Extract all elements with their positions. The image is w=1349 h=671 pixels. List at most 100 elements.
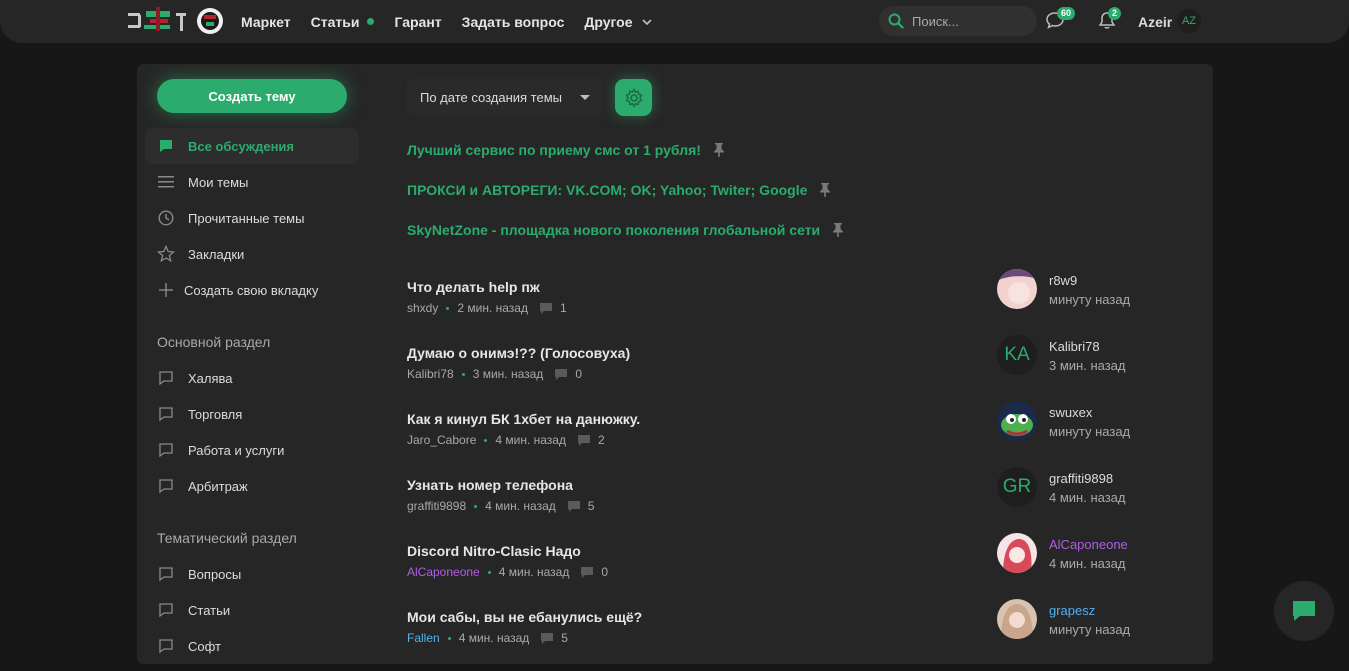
sidebar-item-my-threads[interactable]: Мои темы — [145, 164, 359, 200]
thread-author[interactable]: AlCaponeone — [407, 565, 480, 579]
thread-title[interactable]: Что делать help пж — [407, 279, 540, 295]
last-post-time: 4 мин. назад — [1049, 490, 1126, 505]
filter-settings-button[interactable] — [615, 79, 652, 116]
thread-row[interactable]: Как я кинул БК 1хбет на данюжку. Jaro_Ca… — [407, 401, 1187, 473]
speech-bubble-icon — [157, 637, 175, 655]
create-thread-button[interactable]: Создать тему — [157, 79, 347, 113]
pinned-thread[interactable]: ПРОКСИ и АВТОРЕГИ: VK.COM; OK; Yahoo; Tw… — [407, 182, 831, 198]
sidebar-item-read-threads[interactable]: Прочитанные темы — [145, 200, 359, 236]
search-box[interactable] — [879, 6, 1037, 36]
last-poster-avatar[interactable] — [997, 599, 1037, 639]
section-heading-main: Основной раздел — [157, 334, 271, 350]
comment-icon — [555, 368, 568, 380]
thread-title[interactable]: Мои сабы, вы не ебанулись ещё? — [407, 609, 642, 625]
thread-row[interactable]: Думаю о онимэ!?? (Голосовуха) Kalibri78 … — [407, 335, 1187, 407]
sidebar-item-freebies[interactable]: Халява — [145, 360, 359, 396]
last-poster-name[interactable]: AlCaponeone — [1049, 537, 1128, 552]
pinned-thread-title: ПРОКСИ и АВТОРЕГИ: VK.COM; OK; Yahoo; Tw… — [407, 182, 808, 198]
thread-time: 3 мин. назад — [472, 367, 544, 381]
top-bar: Маркет Статьи Гарант Задать вопрос Друго… — [0, 0, 1349, 43]
section-heading-thematic: Тематический раздел — [157, 530, 297, 546]
nav-articles[interactable]: Статьи — [311, 14, 375, 30]
last-poster-avatar[interactable] — [997, 269, 1037, 309]
sidebar-item-bookmarks[interactable]: Закладки — [145, 236, 359, 272]
search-icon — [888, 13, 904, 29]
pinned-thread[interactable]: SkyNetZone - площадка нового поколения г… — [407, 222, 844, 238]
sidebar-item-label: Арбитраж — [188, 478, 248, 494]
thread-meta: Fallen 4 мин. назад 5 — [407, 631, 568, 645]
last-poster-name[interactable]: grapesz — [1049, 603, 1095, 618]
thread-row[interactable]: Мои сабы, вы не ебанулись ещё? Fallen 4 … — [407, 599, 1187, 671]
nav-market[interactable]: Маркет — [241, 14, 291, 30]
sidebar-item-articles[interactable]: Статьи — [145, 592, 359, 628]
sidebar-item-arbitrage[interactable]: Арбитраж — [145, 468, 359, 504]
last-poster-name[interactable]: Kalibri78 — [1049, 339, 1100, 354]
thread-row[interactable]: Discord Nitro-Clasic Надо AlCaponeone 4 … — [407, 533, 1187, 605]
nav-other-label: Другое — [584, 13, 633, 30]
thread-author[interactable]: shxdy — [407, 301, 438, 315]
thread-title[interactable]: Как я кинул БК 1хбет на данюжку. — [407, 411, 640, 427]
pinned-thread[interactable]: Лучший сервис по приему смс от 1 рубля! — [407, 142, 725, 158]
last-poster-name[interactable]: graffiti9898 — [1049, 471, 1113, 486]
sidebar-item-jobs[interactable]: Работа и услуги — [145, 432, 359, 468]
last-poster-avatar[interactable]: KA — [997, 335, 1037, 375]
last-poster-avatar[interactable] — [997, 533, 1037, 573]
notifications-button[interactable]: 2 — [1097, 7, 1122, 32]
notifications-count-badge: 2 — [1108, 7, 1122, 20]
speech-bubble-icon — [157, 601, 175, 619]
chat-float-button[interactable] — [1274, 581, 1334, 641]
pinned-thread-title: Лучший сервис по приему смс от 1 рубля! — [407, 142, 701, 158]
nav-other[interactable]: Другое — [584, 14, 652, 30]
thread-author[interactable]: Jaro_Cabore — [407, 433, 476, 447]
sidebar-item-label: Торговля — [188, 406, 243, 422]
content-panel: Создать тему Все обсуждения Мои темы Про… — [137, 64, 1213, 664]
nav-ask-question-label: Задать вопрос — [461, 13, 565, 30]
reply-count: 5 — [587, 499, 595, 513]
plus-icon — [157, 281, 175, 299]
last-post-time: минуту назад — [1049, 622, 1131, 637]
comment-icon — [567, 500, 580, 512]
sidebar-item-software[interactable]: Софт — [145, 628, 359, 664]
site-logo[interactable] — [126, 5, 226, 37]
pin-icon — [713, 143, 724, 157]
messages-count-badge: 60 — [1057, 7, 1076, 20]
reply-count: 2 — [597, 433, 605, 447]
thread-title[interactable]: Узнать номер телефона — [407, 477, 573, 493]
thread-time: 4 мин. назад — [495, 433, 566, 447]
nav-guarantee-label: Гарант — [394, 13, 442, 30]
thread-meta: shxdy 2 мин. назад 1 — [407, 301, 567, 315]
username-link[interactable]: Azeir — [1138, 14, 1172, 30]
sidebar-item-label: Все обсуждения — [188, 138, 295, 154]
last-post-time: минуту назад — [1049, 292, 1131, 307]
sort-dropdown[interactable]: По дате создания темы — [407, 79, 602, 115]
nav-ask-question[interactable]: Задать вопрос — [462, 14, 565, 30]
clock-icon — [157, 209, 175, 227]
last-poster-name[interactable]: swuxex — [1049, 405, 1092, 420]
sidebar-item-label: Статьи — [188, 602, 231, 618]
thread-author[interactable]: graffiti9898 — [407, 499, 466, 513]
meta-separator — [461, 372, 465, 376]
thread-author[interactable]: Kalibri78 — [407, 367, 454, 381]
thread-meta: graffiti9898 4 мин. назад 5 — [407, 499, 594, 513]
search-input[interactable] — [910, 12, 1024, 30]
sidebar-item-trade[interactable]: Торговля — [145, 396, 359, 432]
sidebar-item-questions[interactable]: Вопросы — [145, 556, 359, 592]
thread-meta: Jaro_Cabore 4 мин. назад 2 — [407, 433, 605, 447]
speech-bubble-icon — [157, 565, 175, 583]
last-poster-name[interactable]: r8w9 — [1049, 273, 1077, 288]
thread-author[interactable]: Fallen — [407, 631, 440, 645]
sidebar-item-create-tab[interactable]: Создать свою вкладку — [145, 272, 359, 308]
sidebar-item-all-discussions[interactable]: Все обсуждения — [145, 128, 359, 164]
last-poster-avatar[interactable]: GR — [997, 467, 1037, 507]
gear-icon — [625, 87, 642, 108]
last-poster-avatar[interactable] — [997, 401, 1037, 441]
pin-icon — [833, 223, 844, 237]
thread-title[interactable]: Discord Nitro-Clasic Надо — [407, 543, 581, 559]
messages-button[interactable]: 60 — [1045, 7, 1076, 32]
chat-bubble-icon — [1293, 601, 1315, 621]
thread-title[interactable]: Думаю о онимэ!?? (Голосовуха) — [407, 345, 630, 361]
nav-guarantee[interactable]: Гарант — [394, 14, 441, 30]
thread-row[interactable]: Что делать help пж shxdy 2 мин. назад 1 … — [407, 269, 1187, 341]
thread-row[interactable]: Узнать номер телефона graffiti9898 4 мин… — [407, 467, 1187, 539]
user-avatar[interactable]: AZ — [1177, 9, 1201, 33]
